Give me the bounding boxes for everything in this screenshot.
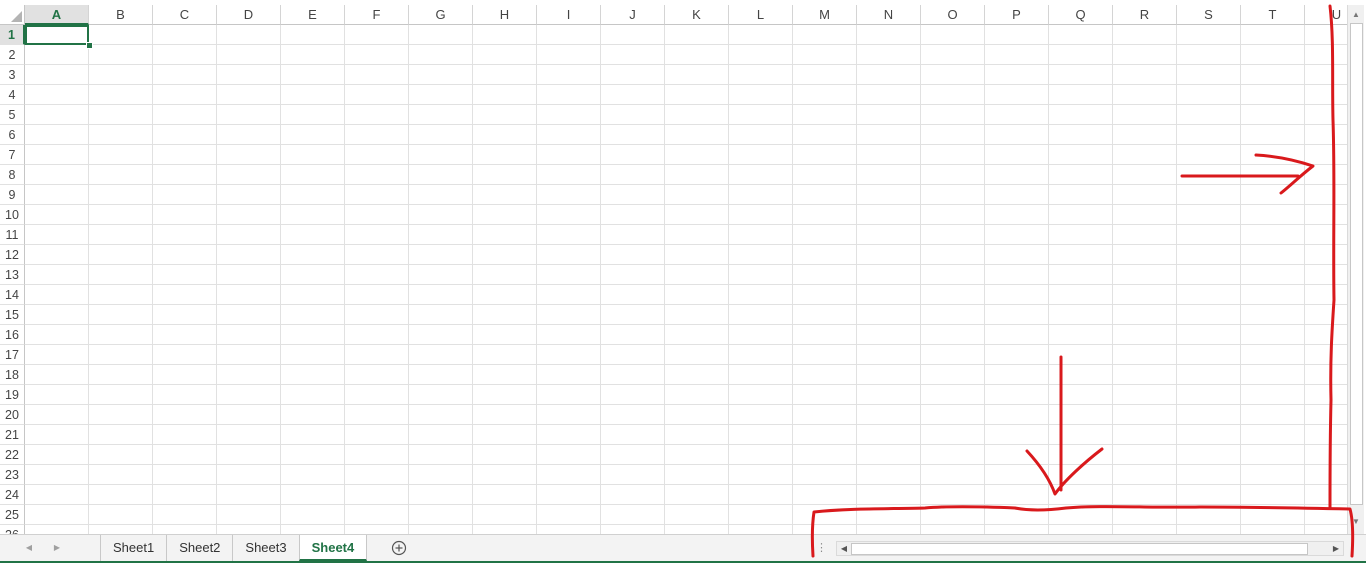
horizontal-scroll-thumb[interactable] xyxy=(851,543,1308,555)
column-header-b[interactable]: B xyxy=(89,5,153,25)
column-header-a[interactable]: A xyxy=(25,5,89,25)
row-header-17[interactable]: 17 xyxy=(0,345,25,365)
column-header-h[interactable]: H xyxy=(473,5,537,25)
sheet-tab-4[interactable]: Sheet4 xyxy=(298,535,368,561)
column-header-i[interactable]: I xyxy=(537,5,601,25)
sheet-tabs: Sheet1 Sheet2 Sheet3 Sheet4 xyxy=(100,535,368,561)
column-header-e[interactable]: E xyxy=(281,5,345,25)
row-header-6[interactable]: 6 xyxy=(0,125,25,145)
column-header-j[interactable]: J xyxy=(601,5,665,25)
row-header-8[interactable]: 8 xyxy=(0,165,25,185)
row-header-12[interactable]: 12 xyxy=(0,245,25,265)
row-header-2[interactable]: 2 xyxy=(0,45,25,65)
row-header-4[interactable]: 4 xyxy=(0,85,25,105)
tab-scroll-right-icon[interactable]: ▶ xyxy=(50,535,64,561)
fill-handle[interactable] xyxy=(86,42,93,49)
row-header-25[interactable]: 25 xyxy=(0,505,25,525)
row-header-21[interactable]: 21 xyxy=(0,425,25,445)
row-header-7[interactable]: 7 xyxy=(0,145,25,165)
column-header-d[interactable]: D xyxy=(217,5,281,25)
row-header-26[interactable]: 26 xyxy=(0,525,25,534)
scroll-down-icon[interactable]: ▼ xyxy=(1348,514,1364,530)
scroll-left-icon[interactable]: ◀ xyxy=(837,542,851,555)
sheet-tab-2[interactable]: Sheet2 xyxy=(166,535,232,561)
column-header-g[interactable]: G xyxy=(409,5,473,25)
row-header-10[interactable]: 10 xyxy=(0,205,25,225)
row-header-1[interactable]: 1 xyxy=(0,25,25,45)
row-header-18[interactable]: 18 xyxy=(0,365,25,385)
column-header-l[interactable]: L xyxy=(729,5,793,25)
column-header-k[interactable]: K xyxy=(665,5,729,25)
select-all-button[interactable] xyxy=(0,5,25,25)
column-header-o[interactable]: O xyxy=(921,5,985,25)
row-header-16[interactable]: 16 xyxy=(0,325,25,345)
vertical-scrollbar[interactable]: ▲ ▼ xyxy=(1347,5,1364,534)
column-header-p[interactable]: P xyxy=(985,5,1049,25)
column-header-s[interactable]: S xyxy=(1177,5,1241,25)
row-header-9[interactable]: 9 xyxy=(0,185,25,205)
row-header-11[interactable]: 11 xyxy=(0,225,25,245)
active-cell-A1[interactable] xyxy=(25,25,89,45)
column-header-n[interactable]: N xyxy=(857,5,921,25)
column-header-r[interactable]: R xyxy=(1113,5,1177,25)
vertical-scroll-thumb[interactable] xyxy=(1350,23,1363,505)
sheet-tab-1[interactable]: Sheet1 xyxy=(100,535,166,561)
cell-area[interactable] xyxy=(25,25,1347,534)
column-header-m[interactable]: M xyxy=(793,5,857,25)
row-header-13[interactable]: 13 xyxy=(0,265,25,285)
excel-window: ABCDEFGHIJKLMNOPQRSTU 1 2 3 4 5 6 7 8 9 10 11 12 13 1… xyxy=(0,0,1366,563)
row-header-19[interactable]: 19 xyxy=(0,385,25,405)
row-header-5[interactable]: 5 xyxy=(0,105,25,125)
column-header-q[interactable]: Q xyxy=(1049,5,1113,25)
row-header-20[interactable]: 20 xyxy=(0,405,25,425)
column-header-t[interactable]: T xyxy=(1241,5,1305,25)
row-header-22[interactable]: 22 xyxy=(0,445,25,465)
tab-scroll-left-icon[interactable]: ◀ xyxy=(22,535,36,561)
sheet-tab-3[interactable]: Sheet3 xyxy=(232,535,298,561)
row-headers: 1 2 3 4 5 6 7 8 9 10 11 12 13 14 15 16 17 18 19 20 21 22 23 24 2… xyxy=(0,25,25,534)
add-sheet-icon[interactable] xyxy=(391,540,407,556)
row-header-24[interactable]: 24 xyxy=(0,485,25,505)
column-header-c[interactable]: C xyxy=(153,5,217,25)
row-header-15[interactable]: 15 xyxy=(0,305,25,325)
select-all-triangle-icon xyxy=(11,11,22,22)
scroll-right-icon[interactable]: ▶ xyxy=(1329,542,1343,555)
row-header-23[interactable]: 23 xyxy=(0,465,25,485)
row-header-14[interactable]: 14 xyxy=(0,285,25,305)
tab-splitter-handle[interactable]: ⋮ xyxy=(816,541,827,555)
row-header-3[interactable]: 3 xyxy=(0,65,25,85)
scroll-up-icon[interactable]: ▲ xyxy=(1348,7,1364,23)
spreadsheet-grid: ABCDEFGHIJKLMNOPQRSTU 1 2 3 4 5 6 7 8 9 10 11 12 13 1… xyxy=(0,5,1347,534)
column-headers: ABCDEFGHIJKLMNOPQRSTU xyxy=(25,5,1347,25)
column-header-u[interactable]: U xyxy=(1305,5,1347,25)
column-header-f[interactable]: F xyxy=(345,5,409,25)
horizontal-scrollbar[interactable]: ◀ ▶ xyxy=(836,541,1344,556)
sheet-tab-bar: ◀ ▶ Sheet1 Sheet2 Sheet3 Sheet4 ⋮ ◀ ▶ xyxy=(0,534,1366,561)
